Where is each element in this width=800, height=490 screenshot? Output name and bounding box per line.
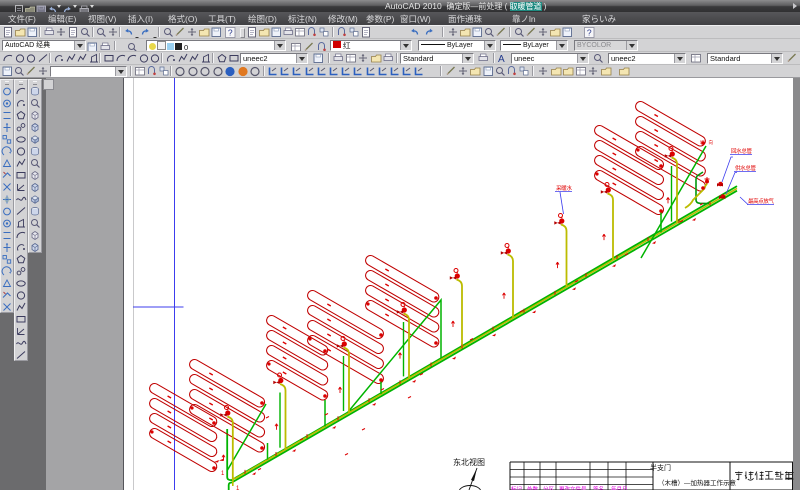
svg-text:供水总管: 供水总管 (735, 164, 756, 172)
svg-text:更改文件号: 更改文件号 (559, 485, 587, 490)
svg-text:（木槽）—加热器工作示意: （木槽）—加热器工作示意 (658, 478, 737, 487)
svg-text:分区: 分区 (543, 485, 555, 490)
svg-text:1: 1 (221, 471, 225, 477)
svg-text:半支门: 半支门 (650, 463, 671, 472)
svg-text:1: 1 (236, 486, 240, 490)
svg-text:最高点放气: 最高点放气 (748, 197, 774, 205)
svg-text:年月日: 年月日 (611, 485, 628, 490)
svg-text:签名: 签名 (593, 485, 604, 490)
svg-text:回水总管: 回水总管 (731, 147, 752, 155)
svg-text:处数: 处数 (527, 485, 539, 490)
svg-text:采暖水: 采暖水 (556, 184, 572, 192)
svg-text:标记: 标记 (511, 485, 523, 490)
svg-text:东北视图: 东北视图 (453, 457, 485, 467)
